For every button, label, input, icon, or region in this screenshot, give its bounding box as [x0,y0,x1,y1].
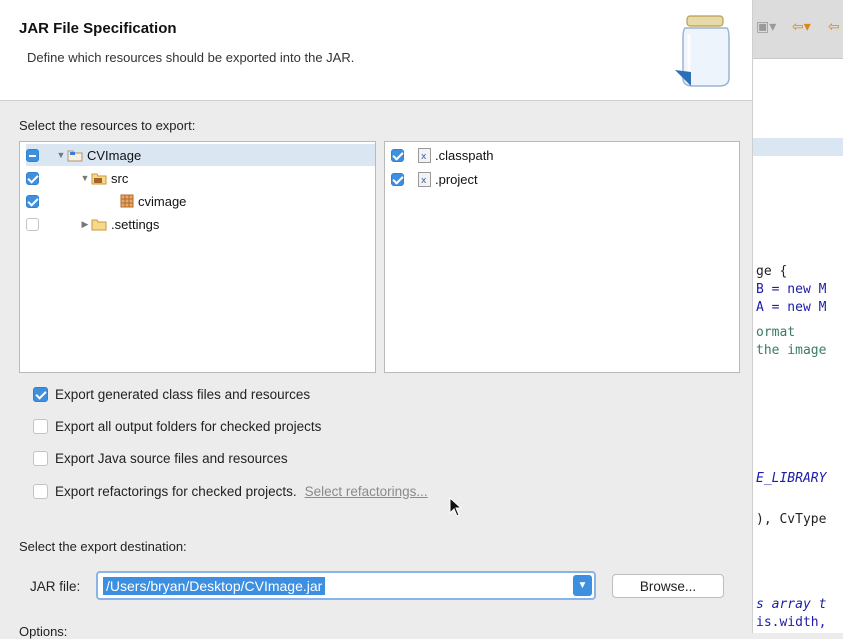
option-checkbox[interactable] [33,418,48,434]
file-checkbox[interactable] [391,172,404,186]
dialog-header: JAR File Specification Define which reso… [0,0,752,101]
option-export-refactorings[interactable]: Export refactorings for checked projects… [33,481,428,501]
tree-item-label: CVImage [87,147,142,163]
xml-file-icon: x [418,171,431,187]
code-line: s array t [756,597,827,612]
file-list[interactable]: x .classpath x .project [384,141,740,373]
tree-checkbox[interactable] [26,194,39,208]
tree-item-label: cvimage [138,193,187,209]
file-item-project[interactable]: x .project [391,168,478,190]
tree-item-src[interactable]: ▼ src [26,167,128,189]
source-folder-icon [91,173,107,184]
code-line: ormat [756,325,796,340]
option-export-java-source[interactable]: Export Java source files and resources [33,448,288,468]
file-item-label: .classpath [435,147,494,163]
folder-icon [91,219,107,230]
xml-file-icon: x [418,147,431,163]
option-label: Export generated class files and resourc… [55,386,311,402]
jar-file-label: JAR file: [30,579,81,594]
code-line: ge { [756,264,788,279]
option-export-output-folders[interactable]: Export all output folders for checked pr… [33,416,321,436]
options-label: Options: [19,624,68,639]
tree-item-label: .settings [111,216,160,232]
project-folder-icon [67,150,83,161]
destination-label: Select the export destination: [19,539,187,554]
resources-label: Select the resources to export: [19,118,196,133]
tree-checkbox[interactable] [26,171,39,185]
expand-arrow-icon[interactable]: ▼ [79,173,91,183]
dialog-subtitle: Define which resources should be exporte… [27,50,355,65]
select-refactorings-link[interactable]: Select refactorings... [305,484,428,499]
browse-button[interactable]: Browse... [612,574,724,598]
mouse-cursor-icon [449,497,463,517]
option-checkbox[interactable] [33,386,48,402]
forward-arrow-icon[interactable]: ⇦ [828,18,840,35]
option-checkbox[interactable] [33,483,48,499]
tree-checkbox[interactable] [26,217,39,231]
code-line: E_LIBRARY [756,471,827,486]
toolbar-button-icon[interactable]: ▣▾ [756,18,776,35]
file-checkbox[interactable] [391,148,404,162]
option-label: Export all output folders for checked pr… [55,418,322,434]
svg-text:x: x [421,152,427,162]
dialog-title: JAR File Specification [19,20,177,37]
code-line: the image [756,343,827,358]
tree-item-cvimage[interactable]: ▼ CVImage [26,144,375,166]
code-line: A = new M [756,300,827,315]
file-item-classpath[interactable]: x .classpath [391,144,494,166]
code-line: B = new M [756,282,827,297]
code-line: ), CvType [756,512,827,527]
package-icon [120,194,134,208]
dropdown-chevron-icon[interactable]: ▼ [573,575,592,596]
jar-file-path[interactable]: /Users/bryan/Desktop/CVImage.jar [103,577,326,595]
jar-file-combobox[interactable]: /Users/bryan/Desktop/CVImage.jar ▼ [96,571,596,600]
tree-item-label: src [111,170,129,186]
option-checkbox[interactable] [33,450,48,466]
collapse-arrow-icon[interactable]: ▶ [79,219,91,230]
option-export-class-files[interactable]: Export generated class files and resourc… [33,384,310,404]
jar-icon [675,15,730,87]
code-line: is.width, [756,615,827,630]
file-item-label: .project [435,171,478,187]
editor-highlight-line [752,138,843,156]
resource-tree[interactable]: ▼ CVImage ▼ src cvimage ▶ .settings [19,141,376,373]
expand-arrow-icon[interactable]: ▼ [55,150,67,160]
option-label: Export refactorings for checked projects… [55,483,297,499]
background-editor: ▣▾ ⇦▾ ⇦ ge { B = new M A = new M ormat t… [752,0,843,633]
tree-item-cvimage-package[interactable]: cvimage [26,190,186,212]
tree-checkbox[interactable] [26,148,39,162]
svg-text:x: x [421,176,427,186]
back-arrow-icon[interactable]: ⇦▾ [792,18,811,35]
tree-item-settings[interactable]: ▶ .settings [26,213,159,235]
editor-toolbar: ▣▾ ⇦▾ ⇦ [752,0,843,59]
option-label: Export Java source files and resources [55,450,288,466]
jar-export-dialog: JAR File Specification Define which reso… [0,0,753,639]
